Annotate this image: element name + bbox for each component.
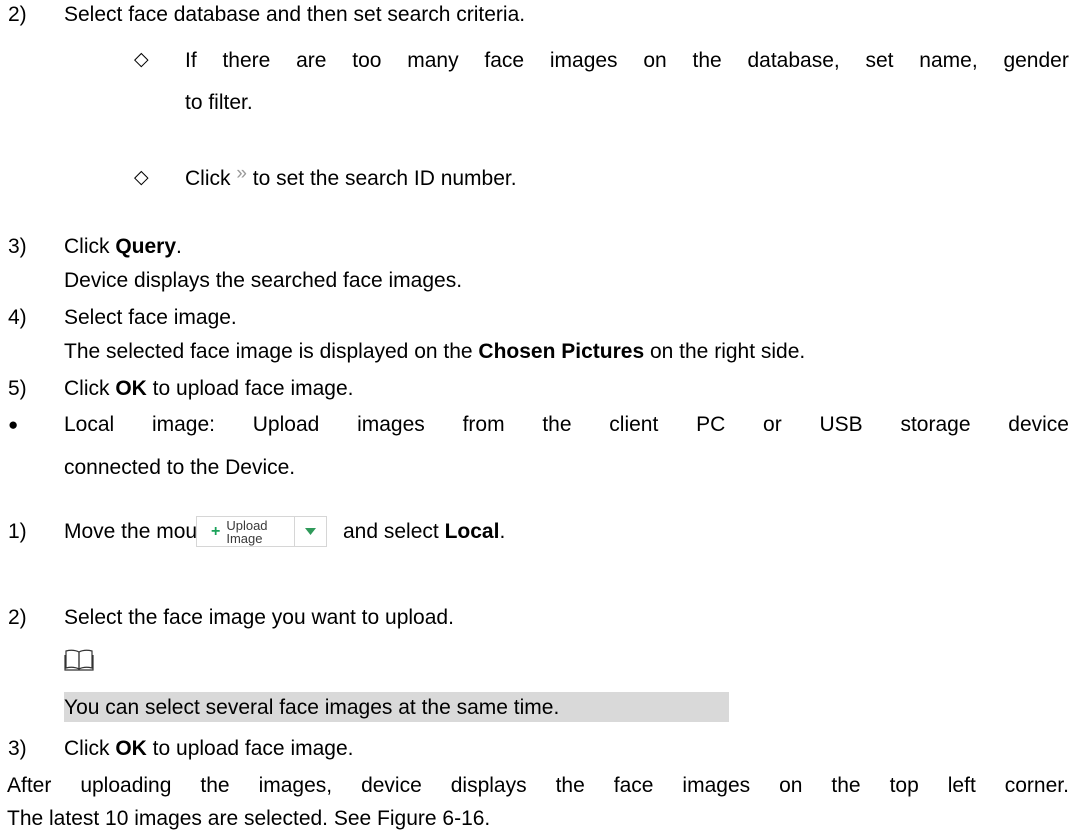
plus-icon: + xyxy=(211,522,221,540)
bold-term: Local xyxy=(444,520,500,543)
step-number: 3) xyxy=(8,737,27,760)
word: images xyxy=(549,49,618,72)
word: Upload xyxy=(252,413,320,436)
upload-image-button[interactable]: + Upload Image xyxy=(196,516,327,547)
word: images xyxy=(357,413,425,436)
step-number: 2) xyxy=(8,606,27,629)
word: database, xyxy=(747,49,840,72)
word: face xyxy=(613,774,654,797)
step-number: 2) xyxy=(8,3,27,26)
book-icon xyxy=(64,649,94,675)
text-fragment: on the right side. xyxy=(644,340,806,363)
word: images xyxy=(682,774,751,797)
paragraph-line: The latest 10 images are selected. See F… xyxy=(7,807,491,830)
step-text: Click OK to upload face image. xyxy=(64,738,353,759)
step-text: Click OK to upload face image. xyxy=(64,378,353,399)
step-result: The selected face image is displayed on … xyxy=(64,341,805,362)
word: corner. xyxy=(1004,774,1069,797)
word: Local xyxy=(64,413,115,436)
word: device xyxy=(361,774,422,797)
word: face xyxy=(484,49,525,72)
word: the xyxy=(542,413,572,436)
word: set xyxy=(865,49,894,72)
step-number: 1) xyxy=(8,520,27,543)
bullet-line-justified: If there are too many face images on the database… xyxy=(185,50,1069,71)
instruction-text: Click xyxy=(185,167,231,190)
step-number: 3) xyxy=(8,235,27,258)
word: left xyxy=(947,774,976,797)
word: name, xyxy=(919,49,978,72)
caret-down-icon[interactable] xyxy=(295,517,326,546)
text-fragment: The selected face image is displayed on … xyxy=(64,340,479,363)
upload-image-main[interactable]: + Upload Image xyxy=(197,517,294,546)
word: gender xyxy=(1003,49,1069,72)
instruction-text: to set the search ID number. xyxy=(252,167,517,190)
word: storage xyxy=(900,413,971,436)
word: top xyxy=(889,774,919,797)
upload-image-label: Upload Image xyxy=(226,517,268,546)
text-fragment: and select xyxy=(343,520,445,543)
text-fragment: . xyxy=(499,520,506,543)
word: the xyxy=(200,774,230,797)
bold-term: OK xyxy=(115,377,147,400)
paragraph-line-justified: After uploading the images, device displays th… xyxy=(7,775,1069,796)
round-bullet-icon: ● xyxy=(8,415,19,434)
word: USB xyxy=(819,413,863,436)
word: the xyxy=(831,774,861,797)
step-text: Click Query. xyxy=(64,236,182,257)
bold-term: Chosen Pictures xyxy=(478,340,645,363)
word: from xyxy=(462,413,505,436)
word: After xyxy=(7,774,52,797)
text-fragment: to upload face image. xyxy=(146,377,354,400)
text-fragment: to upload face image. xyxy=(146,737,354,760)
word: on xyxy=(779,774,803,797)
word: on xyxy=(643,49,667,72)
double-chevron-icon: » xyxy=(236,163,247,184)
word: are xyxy=(296,49,327,72)
bold-term: Query xyxy=(115,235,177,258)
bullet-line-continuation: connected to the Device. xyxy=(64,456,296,479)
word: or xyxy=(763,413,782,436)
step-text: and select Local. xyxy=(343,521,505,542)
text-fragment: Click xyxy=(64,377,116,400)
text-fragment: Click xyxy=(64,737,116,760)
diamond-bullet-icon: ◇ xyxy=(134,49,149,70)
bullet-line-justified: Local image: Upload images from the client PC or… xyxy=(64,414,1069,435)
word: image: xyxy=(151,413,215,436)
step-number: 4) xyxy=(8,306,27,329)
bullet-line-continuation: to filter. xyxy=(185,91,253,114)
bold-term: OK xyxy=(115,737,147,760)
note-text: You can select several face images at th… xyxy=(64,696,560,719)
step-text: Select face image. xyxy=(64,306,237,329)
word: there xyxy=(222,49,271,72)
step-text: Select face database and then set search… xyxy=(64,3,526,26)
word: displays xyxy=(450,774,527,797)
word: PC xyxy=(696,413,726,436)
word: the xyxy=(555,774,585,797)
step-text: Select the face image you want to upload… xyxy=(64,606,454,629)
step-number: 5) xyxy=(8,377,27,400)
step-result: Device displays the searched face images… xyxy=(64,269,463,292)
click-instruction: Click » to set the search ID number. xyxy=(185,164,517,190)
word: If xyxy=(185,49,197,72)
word: uploading xyxy=(80,774,172,797)
word: client xyxy=(609,413,659,436)
word: many xyxy=(407,49,459,72)
text-fragment: Click xyxy=(64,235,116,258)
text-fragment: . xyxy=(176,235,182,258)
word: too xyxy=(352,49,382,72)
word: the xyxy=(692,49,722,72)
diamond-bullet-icon: ◇ xyxy=(134,167,149,188)
word: images, xyxy=(258,774,333,797)
word: device xyxy=(1008,413,1069,436)
